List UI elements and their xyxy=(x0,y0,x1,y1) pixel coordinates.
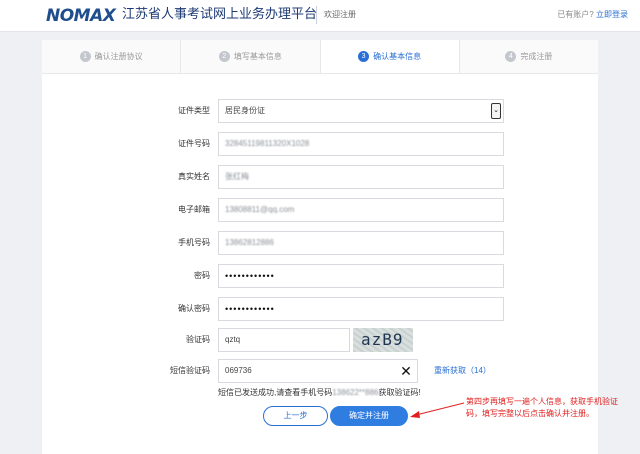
site-title: 江苏省人事考试网上业务办理平台 xyxy=(122,7,318,22)
email-label: 电子邮箱 xyxy=(178,205,210,214)
captcha-image[interactable]: azB9 xyxy=(353,328,413,352)
resend-code-link[interactable]: 重新获取（14） xyxy=(434,359,491,383)
confirm-register-button[interactable]: 确定并注册 xyxy=(330,406,408,426)
account-links: 已有账户? 立即登录 xyxy=(557,9,628,20)
step-3: 3 确认基本信息 xyxy=(320,40,460,73)
confirm-password-row: 确认密码 •••••••••••• xyxy=(0,297,556,321)
step-number: 3 xyxy=(358,51,370,62)
phone-value: 13862812886 xyxy=(225,238,274,247)
captcha-label: 验证码 xyxy=(186,335,210,344)
phone-row: 手机号码 13862812886 xyxy=(0,231,556,255)
email-field[interactable]: 13808811@qq.com xyxy=(218,198,504,222)
account-prompt: 已有账户? xyxy=(557,10,594,19)
confirm-password-field[interactable]: •••••••••••• xyxy=(218,297,504,321)
id-number-value: 32845119811320X1028 xyxy=(225,139,310,148)
id-number-label: 证件号码 xyxy=(178,139,210,148)
welcome-text: 欢迎注册 xyxy=(324,10,356,19)
step-label: 完成注册 xyxy=(520,52,553,61)
step-label: 确认基本信息 xyxy=(373,52,422,61)
captcha-value: qztq xyxy=(225,335,241,344)
id-type-label: 证件类型 xyxy=(178,106,210,115)
title-divider xyxy=(316,6,317,24)
annotation-note: 第四步再填写一遍个人信息，获取手机验证码，填写完整以后点击确认并注册。 xyxy=(466,397,618,418)
captcha-field[interactable]: qztq xyxy=(218,328,350,352)
sms-note-suffix: 获取验证码! xyxy=(378,388,421,397)
step-indicator: 1 确认注册协议 2 填写基本信息 3 确认基本信息 4 完成注册 xyxy=(42,40,598,74)
confirm-password-label: 确认密码 xyxy=(178,304,210,313)
email-row: 电子邮箱 13808811@qq.com xyxy=(0,198,556,222)
step-1: 1 确认注册协议 xyxy=(42,40,182,73)
real-name-row: 真实姓名 张红梅 xyxy=(0,165,556,189)
sms-code-label: 短信验证码 xyxy=(170,366,210,375)
step-label: 确认注册协议 xyxy=(94,52,143,61)
top-bar: NOMAX 江苏省人事考试网上业务办理平台 欢迎注册 已有账户? 立即登录 xyxy=(0,0,640,32)
id-type-select[interactable]: 居民身份证 ⌄ xyxy=(218,99,504,123)
sms-code-value: 069736 xyxy=(225,366,252,375)
sms-note-masked-phone: 138622**886 xyxy=(332,388,379,397)
email-value: 13808811@qq.com xyxy=(225,205,295,214)
phone-label: 手机号码 xyxy=(178,238,210,247)
step-number: 1 xyxy=(79,51,91,62)
id-type-value: 居民身份证 xyxy=(225,106,265,115)
close-icon[interactable]: ✕ xyxy=(399,364,413,378)
password-field[interactable]: •••••••••••• xyxy=(218,264,504,288)
step-label: 填写基本信息 xyxy=(233,52,282,61)
sms-code-row: 短信验证码 069736 ✕ 重新获取（14） xyxy=(0,359,556,383)
sms-note-prefix: 短信已发送成功,请查看手机号码 xyxy=(218,388,333,397)
step-number: 4 xyxy=(505,51,517,62)
id-number-field[interactable]: 32845119811320X1028 xyxy=(218,132,504,156)
real-name-value: 张红梅 xyxy=(225,172,249,181)
id-number-row: 证件号码 32845119811320X1028 xyxy=(0,132,556,156)
phone-field[interactable]: 13862812886 xyxy=(218,231,504,255)
password-row: 密码 •••••••••••• xyxy=(0,264,556,288)
logo: NOMAX xyxy=(46,6,116,26)
confirm-password-value: •••••••••••• xyxy=(225,304,275,314)
id-type-row: 证件类型 居民身份证 ⌄ xyxy=(0,99,556,123)
annotation-arrow xyxy=(410,402,465,418)
captcha-row: 验证码 qztq azB9 xyxy=(0,328,556,352)
chevron-down-icon[interactable]: ⌄ xyxy=(491,103,501,119)
step-2: 2 填写基本信息 xyxy=(181,40,321,73)
real-name-label: 真实姓名 xyxy=(178,172,210,181)
login-link[interactable]: 立即登录 xyxy=(596,10,628,19)
previous-step-button[interactable]: 上一步 xyxy=(263,406,328,426)
step-4: 4 完成注册 xyxy=(459,40,598,73)
sms-sent-note: 短信已发送成功,请查看手机号码138622**886获取验证码! xyxy=(218,387,421,398)
captcha-image-text: azB9 xyxy=(361,330,404,349)
password-value: •••••••••••• xyxy=(225,271,275,281)
password-label: 密码 xyxy=(194,271,210,280)
real-name-field[interactable]: 张红梅 xyxy=(218,165,504,189)
sms-code-field[interactable]: 069736 ✕ xyxy=(218,359,418,383)
step-number: 2 xyxy=(218,51,230,62)
